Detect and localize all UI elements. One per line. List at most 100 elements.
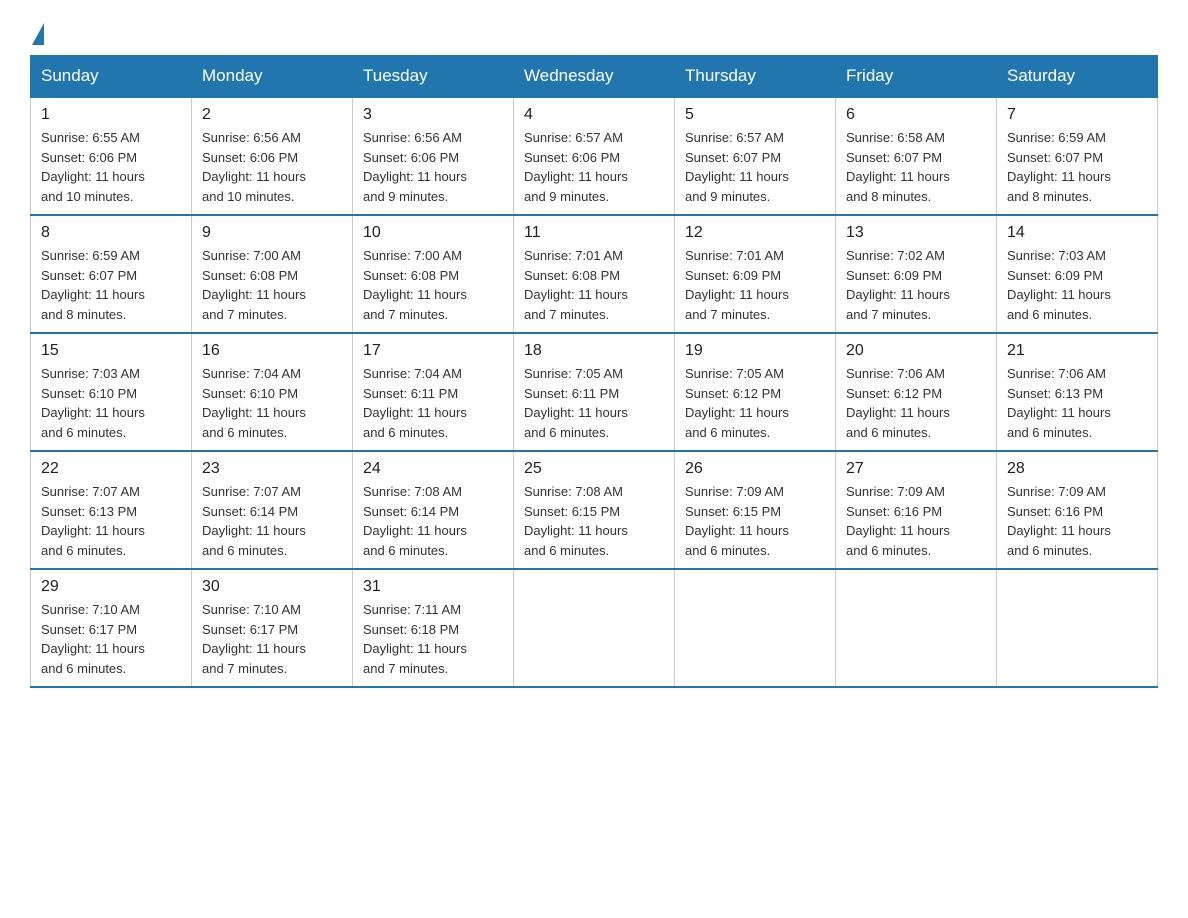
week-row-4: 22 Sunrise: 7:07 AMSunset: 6:13 PMDayligh…: [31, 451, 1158, 569]
day-cell-13: 13 Sunrise: 7:02 AMSunset: 6:09 PMDayligh…: [836, 215, 997, 333]
day-info: Sunrise: 7:04 AMSunset: 6:10 PMDaylight:…: [202, 366, 306, 440]
day-number: 5: [685, 106, 825, 124]
day-cell-23: 23 Sunrise: 7:07 AMSunset: 6:14 PMDayligh…: [192, 451, 353, 569]
day-cell-20: 20 Sunrise: 7:06 AMSunset: 6:12 PMDayligh…: [836, 333, 997, 451]
weekday-header-friday: Friday: [836, 56, 997, 98]
day-info: Sunrise: 7:07 AMSunset: 6:14 PMDaylight:…: [202, 484, 306, 558]
day-info: Sunrise: 7:06 AMSunset: 6:12 PMDaylight:…: [846, 366, 950, 440]
day-number: 24: [363, 460, 503, 478]
day-cell-6: 6Sunrise: 6:58 AMSunset: 6:07 PMDaylight…: [836, 97, 997, 215]
day-cell-19: 19 Sunrise: 7:05 AMSunset: 6:12 PMDayligh…: [675, 333, 836, 451]
empty-cell: [675, 569, 836, 687]
day-number: 3: [363, 106, 503, 124]
day-info: Sunrise: 6:56 AMSunset: 6:06 PMDaylight:…: [202, 130, 306, 204]
day-cell-9: 9 Sunrise: 7:00 AMSunset: 6:08 PMDaylight…: [192, 215, 353, 333]
day-info: Sunrise: 7:09 AMSunset: 6:16 PMDaylight:…: [1007, 484, 1111, 558]
day-cell-26: 26 Sunrise: 7:09 AMSunset: 6:15 PMDayligh…: [675, 451, 836, 569]
day-info: Sunrise: 7:11 AMSunset: 6:18 PMDaylight:…: [363, 602, 467, 676]
day-number: 29: [41, 578, 181, 596]
day-info: Sunrise: 7:04 AMSunset: 6:11 PMDaylight:…: [363, 366, 467, 440]
day-cell-7: 7 Sunrise: 6:59 AMSunset: 6:07 PMDaylight…: [997, 97, 1158, 215]
empty-cell: [836, 569, 997, 687]
day-number: 7: [1007, 106, 1147, 124]
weekday-header-tuesday: Tuesday: [353, 56, 514, 98]
day-number: 23: [202, 460, 342, 478]
weekday-header-saturday: Saturday: [997, 56, 1158, 98]
day-cell-18: 18 Sunrise: 7:05 AMSunset: 6:11 PMDayligh…: [514, 333, 675, 451]
day-number: 10: [363, 224, 503, 242]
day-number: 27: [846, 460, 986, 478]
day-number: 15: [41, 342, 181, 360]
day-info: Sunrise: 7:05 AMSunset: 6:11 PMDaylight:…: [524, 366, 628, 440]
day-cell-29: 29Sunrise: 7:10 AMSunset: 6:17 PMDayligh…: [31, 569, 192, 687]
day-cell-17: 17 Sunrise: 7:04 AMSunset: 6:11 PMDayligh…: [353, 333, 514, 451]
day-cell-3: 3 Sunrise: 6:56 AMSunset: 6:06 PMDaylight…: [353, 97, 514, 215]
day-info: Sunrise: 6:59 AMSunset: 6:07 PMDaylight:…: [1007, 130, 1111, 204]
day-number: 12: [685, 224, 825, 242]
day-number: 17: [363, 342, 503, 360]
day-number: 2: [202, 106, 342, 124]
day-cell-22: 22 Sunrise: 7:07 AMSunset: 6:13 PMDayligh…: [31, 451, 192, 569]
day-info: Sunrise: 7:05 AMSunset: 6:12 PMDaylight:…: [685, 366, 789, 440]
day-cell-21: 21 Sunrise: 7:06 AMSunset: 6:13 PMDayligh…: [997, 333, 1158, 451]
day-info: Sunrise: 7:08 AMSunset: 6:14 PMDaylight:…: [363, 484, 467, 558]
day-number: 31: [363, 578, 503, 596]
day-cell-16: 16 Sunrise: 7:04 AMSunset: 6:10 PMDayligh…: [192, 333, 353, 451]
day-number: 26: [685, 460, 825, 478]
day-cell-24: 24 Sunrise: 7:08 AMSunset: 6:14 PMDayligh…: [353, 451, 514, 569]
day-info: Sunrise: 6:57 AMSunset: 6:07 PMDaylight:…: [685, 130, 789, 204]
week-row-1: 1 Sunrise: 6:55 AMSunset: 6:06 PMDaylight…: [31, 97, 1158, 215]
page-header: [30, 20, 1158, 45]
day-cell-27: 27 Sunrise: 7:09 AMSunset: 6:16 PMDayligh…: [836, 451, 997, 569]
day-number: 6: [846, 106, 986, 124]
day-info: Sunrise: 7:06 AMSunset: 6:13 PMDaylight:…: [1007, 366, 1111, 440]
day-number: 4: [524, 106, 664, 124]
day-number: 9: [202, 224, 342, 242]
empty-cell: [997, 569, 1158, 687]
day-number: 19: [685, 342, 825, 360]
day-number: 16: [202, 342, 342, 360]
day-cell-12: 12 Sunrise: 7:01 AMSunset: 6:09 PMDayligh…: [675, 215, 836, 333]
day-cell-8: 8Sunrise: 6:59 AMSunset: 6:07 PMDaylight…: [31, 215, 192, 333]
day-number: 20: [846, 342, 986, 360]
day-info: Sunrise: 7:02 AMSunset: 6:09 PMDaylight:…: [846, 248, 950, 322]
weekday-header-wednesday: Wednesday: [514, 56, 675, 98]
day-number: 11: [524, 224, 664, 242]
week-row-2: 8Sunrise: 6:59 AMSunset: 6:07 PMDaylight…: [31, 215, 1158, 333]
day-info: Sunrise: 6:59 AMSunset: 6:07 PMDaylight:…: [41, 248, 145, 322]
weekday-header-thursday: Thursday: [675, 56, 836, 98]
weekday-header-row: SundayMondayTuesdayWednesdayThursdayFrid…: [31, 56, 1158, 98]
day-cell-5: 5 Sunrise: 6:57 AMSunset: 6:07 PMDaylight…: [675, 97, 836, 215]
day-number: 25: [524, 460, 664, 478]
day-cell-25: 25 Sunrise: 7:08 AMSunset: 6:15 PMDayligh…: [514, 451, 675, 569]
day-info: Sunrise: 6:55 AMSunset: 6:06 PMDaylight:…: [41, 130, 145, 204]
day-number: 1: [41, 106, 181, 124]
day-number: 14: [1007, 224, 1147, 242]
day-info: Sunrise: 7:09 AMSunset: 6:16 PMDaylight:…: [846, 484, 950, 558]
weekday-header-monday: Monday: [192, 56, 353, 98]
day-info: Sunrise: 7:08 AMSunset: 6:15 PMDaylight:…: [524, 484, 628, 558]
day-number: 13: [846, 224, 986, 242]
day-info: Sunrise: 7:01 AMSunset: 6:09 PMDaylight:…: [685, 248, 789, 322]
day-cell-28: 28 Sunrise: 7:09 AMSunset: 6:16 PMDayligh…: [997, 451, 1158, 569]
logo: [30, 20, 46, 45]
day-number: 21: [1007, 342, 1147, 360]
day-number: 28: [1007, 460, 1147, 478]
day-info: Sunrise: 7:01 AMSunset: 6:08 PMDaylight:…: [524, 248, 628, 322]
day-number: 18: [524, 342, 664, 360]
day-info: Sunrise: 7:09 AMSunset: 6:15 PMDaylight:…: [685, 484, 789, 558]
day-cell-2: 2 Sunrise: 6:56 AMSunset: 6:06 PMDaylight…: [192, 97, 353, 215]
day-cell-11: 11 Sunrise: 7:01 AMSunset: 6:08 PMDayligh…: [514, 215, 675, 333]
calendar-table: SundayMondayTuesdayWednesdayThursdayFrid…: [30, 55, 1158, 688]
day-number: 22: [41, 460, 181, 478]
day-info: Sunrise: 7:00 AMSunset: 6:08 PMDaylight:…: [202, 248, 306, 322]
day-info: Sunrise: 7:03 AMSunset: 6:09 PMDaylight:…: [1007, 248, 1111, 322]
empty-cell: [514, 569, 675, 687]
day-info: Sunrise: 6:56 AMSunset: 6:06 PMDaylight:…: [363, 130, 467, 204]
day-info: Sunrise: 6:57 AMSunset: 6:06 PMDaylight:…: [524, 130, 628, 204]
logo-triangle-icon: [32, 23, 44, 45]
day-cell-4: 4 Sunrise: 6:57 AMSunset: 6:06 PMDaylight…: [514, 97, 675, 215]
week-row-5: 29Sunrise: 7:10 AMSunset: 6:17 PMDayligh…: [31, 569, 1158, 687]
day-cell-15: 15Sunrise: 7:03 AMSunset: 6:10 PMDayligh…: [31, 333, 192, 451]
day-info: Sunrise: 7:07 AMSunset: 6:13 PMDaylight:…: [41, 484, 145, 558]
